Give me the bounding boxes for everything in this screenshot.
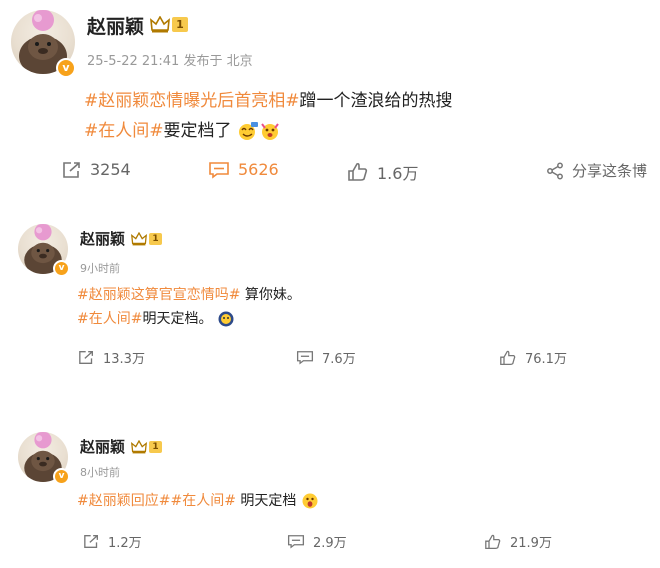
share-button[interactable]: 分享这条博 xyxy=(546,160,647,181)
like-button[interactable]: 21.9万 xyxy=(484,532,552,551)
repost-count: 1.2万 xyxy=(108,536,142,551)
level-badge: 1 xyxy=(172,17,188,32)
post-text: 要定档了 xyxy=(163,121,232,141)
hashtag-link[interactable]: #赵丽颖回应##在人间# xyxy=(77,493,236,509)
post-meta: 9小时前 xyxy=(80,262,120,275)
author-name[interactable]: 赵丽颖 xyxy=(87,12,144,39)
weibo-feed: v 赵丽颖 1 25-5-22 21:41 发布于 北京 #赵丽颖恋情曝光后首亮… xyxy=(0,0,660,568)
like-button[interactable]: 76.1万 xyxy=(499,348,567,367)
post-text: 算你妹。 xyxy=(240,287,301,303)
post-text: 蹭一个渣浪给的热搜 xyxy=(299,91,453,111)
comment-button[interactable]: 5626 xyxy=(208,160,279,179)
post-text-line-1: #赵丽颖这算官宣恋情吗# 算你妹。 xyxy=(77,284,301,304)
like-count: 21.9万 xyxy=(510,536,552,551)
post-meta: 25-5-22 21:41 发布于 北京 xyxy=(87,54,253,69)
post-meta: 8小时前 xyxy=(80,466,120,479)
repost-icon xyxy=(63,161,80,178)
like-count: 1.6万 xyxy=(377,164,419,183)
crown-icon xyxy=(131,440,147,454)
hashtag-link[interactable]: #在人间# xyxy=(77,311,142,327)
level-badge: 1 xyxy=(149,441,162,453)
repost-count: 13.3万 xyxy=(103,352,145,367)
post-text-line-1: #赵丽颖恋情曝光后首亮相#蹭一个渣浪给的热搜 xyxy=(84,86,453,111)
comment-icon xyxy=(287,535,305,549)
post-text-line-2: #在人间#要定档了 xyxy=(84,116,281,141)
repost-button[interactable]: 13.3万 xyxy=(78,348,145,367)
repost-button[interactable]: 1.2万 xyxy=(83,532,142,551)
comment-count: 5626 xyxy=(238,160,279,179)
verified-badge-icon: v xyxy=(53,468,70,485)
emoji-icon xyxy=(261,123,279,140)
share-label: 分享这条博 xyxy=(572,162,648,180)
emoji-icon xyxy=(238,122,258,140)
repost-icon xyxy=(84,535,98,548)
author-name[interactable]: 赵丽颖 xyxy=(80,436,125,457)
level-badge: 1 xyxy=(149,233,162,245)
comment-icon xyxy=(209,161,229,179)
hashtag-link[interactable]: #在人间# xyxy=(84,121,164,141)
like-count: 76.1万 xyxy=(525,352,567,367)
post-1: v 赵丽颖 1 25-5-22 21:41 发布于 北京 #赵丽颖恋情曝光后首亮… xyxy=(0,0,660,200)
post-text-line-1: #赵丽颖回应##在人间# 明天定档 xyxy=(77,490,319,510)
post-3: v 赵丽颖 1 8小时前 #赵丽颖回应##在人间# 明天定档 1.2万 2.9万… xyxy=(0,426,660,568)
hashtag-link[interactable]: #赵丽颖恋情曝光后首亮相# xyxy=(84,91,300,111)
verified-badge-icon: v xyxy=(53,260,70,277)
post-2: v 赵丽颖 1 9小时前 #赵丽颖这算官宣恋情吗# 算你妹。 #在人间#明天定档… xyxy=(0,220,660,400)
share-icon xyxy=(547,162,563,179)
author-name[interactable]: 赵丽颖 xyxy=(80,228,125,249)
post-text: 明天定档 xyxy=(235,493,297,509)
like-icon xyxy=(500,350,516,365)
hashtag-link[interactable]: #赵丽颖这算官宣恋情吗# xyxy=(77,287,240,303)
comment-count: 2.9万 xyxy=(313,536,347,551)
crown-icon xyxy=(131,232,147,246)
repost-count: 3254 xyxy=(90,160,131,179)
emoji-icon xyxy=(218,311,234,327)
crown-icon xyxy=(150,16,170,33)
like-icon xyxy=(485,534,501,549)
comment-icon xyxy=(296,351,314,365)
comment-count: 7.6万 xyxy=(322,352,356,367)
post-text-line-2: #在人间#明天定档。 xyxy=(77,308,235,328)
repost-icon xyxy=(79,351,93,364)
post-text: 明天定档。 xyxy=(142,311,213,327)
emoji-icon xyxy=(302,493,318,509)
like-icon xyxy=(348,162,368,181)
comment-button[interactable]: 2.9万 xyxy=(287,532,347,551)
verified-badge-icon: v xyxy=(56,58,76,78)
comment-button[interactable]: 7.6万 xyxy=(296,348,356,367)
repost-button[interactable]: 3254 xyxy=(62,160,131,179)
like-button[interactable]: 1.6万 xyxy=(347,160,418,184)
